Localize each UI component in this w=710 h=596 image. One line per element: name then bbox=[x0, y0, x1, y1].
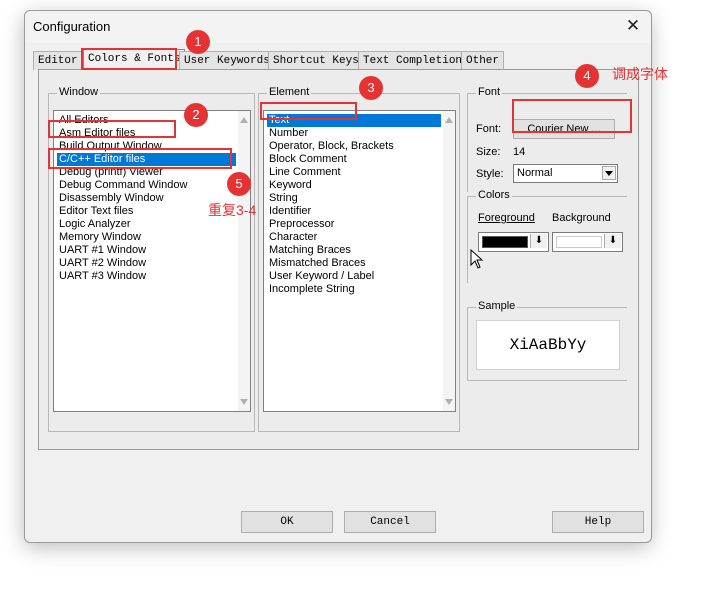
title-bar: Configuration ✕ bbox=[25, 11, 651, 43]
annotation-note-font: 调成字体 bbox=[612, 66, 668, 82]
element-list-item[interactable]: Matching Braces bbox=[267, 244, 441, 257]
arrow-down-icon[interactable]: ⬇ bbox=[530, 234, 547, 248]
tab-other[interactable]: Other bbox=[461, 51, 505, 70]
element-list-item[interactable]: Character bbox=[267, 231, 441, 244]
window-list-scrollbar[interactable] bbox=[238, 111, 250, 411]
sample-group-label: Sample bbox=[476, 300, 518, 312]
window-list-item[interactable]: UART #2 Window bbox=[57, 257, 236, 270]
scroll-up-icon[interactable] bbox=[445, 117, 453, 123]
tab-label: User Keywords bbox=[184, 55, 270, 67]
annotation-box-cpp bbox=[48, 148, 232, 169]
annotation-badge-2: 2 bbox=[184, 103, 208, 127]
element-list-item[interactable]: Number bbox=[267, 127, 441, 140]
background-swatch bbox=[556, 236, 602, 248]
window-group-label: Window bbox=[57, 86, 101, 98]
tab-label: Shortcut Keys bbox=[273, 55, 359, 67]
element-list-item[interactable]: Preprocessor bbox=[267, 218, 441, 231]
annotation-box-asm bbox=[48, 120, 176, 138]
foreground-swatch bbox=[482, 236, 528, 248]
tab-label: Text Completion bbox=[363, 55, 463, 67]
annotation-box-text bbox=[260, 102, 357, 120]
mouse-cursor-icon bbox=[470, 249, 484, 269]
tab-shortcut-keys[interactable]: Shortcut Keys bbox=[268, 51, 364, 70]
tab-user-keywords[interactable]: User Keywords bbox=[179, 51, 275, 70]
annotation-badge-5: 5 bbox=[227, 172, 251, 196]
font-group-label: Font bbox=[476, 86, 503, 98]
foreground-color-picker[interactable]: ⬇ bbox=[478, 232, 549, 252]
configuration-dialog: Configuration ✕ Editor Colors & Fonts Us… bbox=[24, 10, 652, 543]
window-group: Window All Editors Asm Editor files Build … bbox=[48, 86, 255, 432]
element-list-item[interactable]: Operator, Block, Brackets bbox=[267, 140, 441, 153]
annotation-box-font bbox=[512, 99, 632, 133]
scroll-down-icon[interactable] bbox=[445, 399, 453, 405]
background-color-picker[interactable]: ⬇ bbox=[552, 232, 623, 252]
element-list-item[interactable]: User Keyword / Label bbox=[267, 270, 441, 283]
sample-text: XiAaBbYy bbox=[476, 320, 620, 370]
font-label: Font: bbox=[476, 123, 502, 135]
foreground-label: Foreground bbox=[478, 212, 535, 224]
scroll-up-icon[interactable] bbox=[240, 117, 248, 123]
colors-group-label: Colors bbox=[476, 189, 512, 201]
help-button[interactable]: Help bbox=[552, 511, 644, 533]
window-list-item[interactable]: UART #3 Window bbox=[57, 270, 236, 283]
size-value: 14 bbox=[513, 146, 526, 158]
element-listbox[interactable]: Text Number Operator, Block, Brackets Block… bbox=[263, 110, 456, 412]
annotation-badge-1: 1 bbox=[186, 30, 210, 54]
annotation-badge-4: 4 bbox=[575, 64, 599, 88]
size-label: Size: bbox=[476, 146, 501, 158]
background-label: Background bbox=[552, 212, 611, 224]
element-list-item[interactable]: Line Comment bbox=[267, 166, 441, 179]
element-list-item[interactable]: Keyword bbox=[267, 179, 441, 192]
arrow-down-icon[interactable]: ⬇ bbox=[604, 234, 621, 248]
sample-group: Sample XiAaBbYy bbox=[467, 300, 627, 381]
element-list-item[interactable]: String bbox=[267, 192, 441, 205]
element-list-item[interactable]: Block Comment bbox=[267, 153, 441, 166]
cancel-button[interactable]: Cancel bbox=[344, 511, 436, 533]
tab-editor[interactable]: Editor bbox=[33, 51, 83, 70]
colors-group: Colors Foreground Background ⬇ ⬇ bbox=[467, 189, 627, 283]
tab-label: Editor bbox=[38, 55, 78, 67]
ok-button[interactable]: OK bbox=[241, 511, 333, 533]
annotation-badge-3: 3 bbox=[359, 76, 383, 100]
tab-label: Other bbox=[466, 55, 500, 67]
style-combobox[interactable]: Normal bbox=[513, 164, 618, 183]
window-title: Configuration bbox=[33, 19, 111, 34]
element-list-item[interactable]: Incomplete String bbox=[267, 283, 441, 296]
element-list-item[interactable]: Identifier bbox=[267, 205, 441, 218]
element-group-label: Element bbox=[267, 86, 312, 98]
element-list-scrollbar[interactable] bbox=[443, 111, 455, 411]
chevron-down-icon[interactable] bbox=[602, 166, 616, 180]
annotation-box-tab bbox=[81, 48, 177, 70]
close-icon[interactable]: ✕ bbox=[621, 15, 645, 39]
style-value: Normal bbox=[517, 167, 553, 179]
scroll-down-icon[interactable] bbox=[240, 399, 248, 405]
window-list-item[interactable]: Memory Window bbox=[57, 231, 236, 244]
window-list-item[interactable]: Debug Command Window bbox=[57, 179, 236, 192]
element-group: Element Text Number Operator, Block, Brack… bbox=[258, 86, 460, 432]
window-list-item[interactable]: UART #1 Window bbox=[57, 244, 236, 257]
style-label: Style: bbox=[476, 168, 504, 180]
annotation-note-repeat: 重复3-4 bbox=[208, 202, 257, 218]
tab-text-completion[interactable]: Text Completion bbox=[358, 51, 468, 70]
element-list-item[interactable]: Mismatched Braces bbox=[267, 257, 441, 270]
